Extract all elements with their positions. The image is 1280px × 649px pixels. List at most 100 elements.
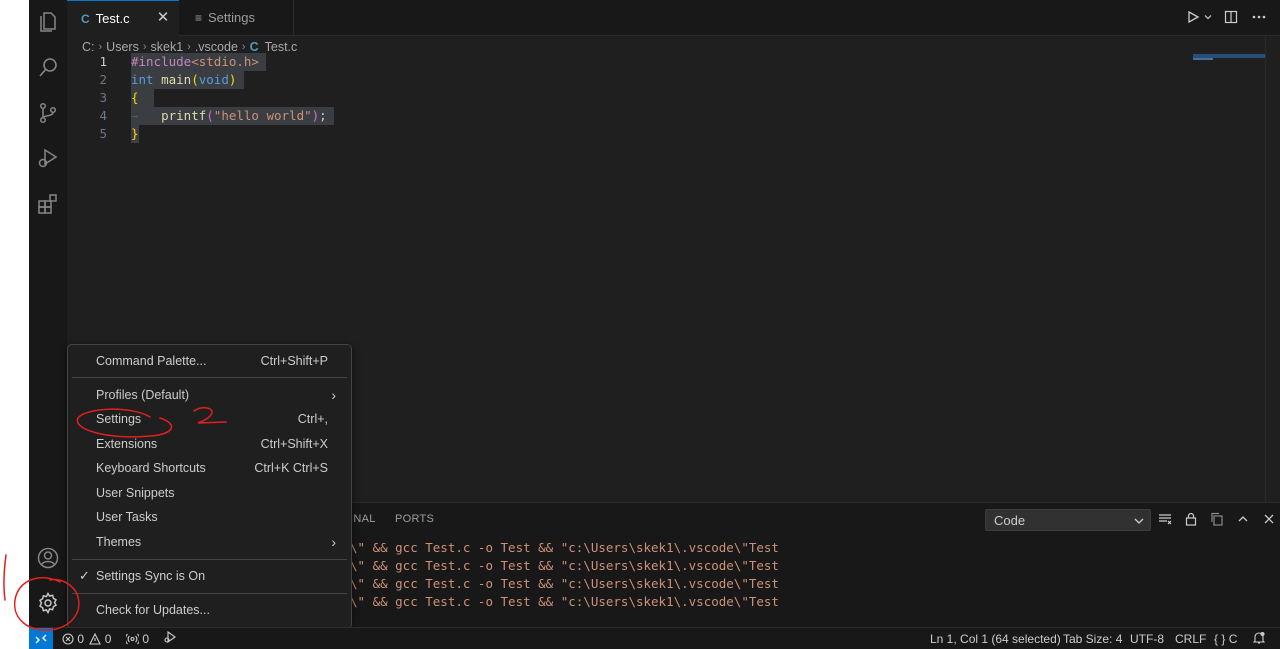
line-number: 2	[99, 72, 107, 87]
tab-terminal[interactable]: INAL	[350, 513, 376, 525]
maximize-panel-icon[interactable]	[1235, 511, 1251, 527]
code-token: <stdio.h>	[191, 54, 259, 69]
editor-actions	[1184, 8, 1268, 26]
line-number: 4	[99, 108, 107, 123]
settings-file-icon: ≡	[195, 10, 203, 25]
split-editor-icon[interactable]	[1222, 8, 1240, 26]
menu-item-command-palette[interactable]: Command Palette... Ctrl+Shift+P	[96, 349, 328, 373]
breadcrumb-users[interactable]: Users	[106, 40, 139, 54]
output-channel-select[interactable]: Code	[985, 509, 1151, 531]
warning-icon	[89, 632, 102, 645]
menu-item-shortcut: Ctrl+Shift+P	[260, 354, 328, 368]
cursor-position[interactable]: Ln 1, Col 1 (64 selected)	[930, 631, 1061, 647]
chevron-right-icon: ›	[142, 41, 147, 53]
code-token: printf	[161, 108, 207, 123]
status-bar: 0 0 0 Ln 1, Col 1 (64 selected) Tab Size…	[29, 627, 1280, 649]
ports-indicator[interactable]: 0	[124, 631, 150, 647]
encoding[interactable]: UTF-8	[1130, 631, 1164, 647]
run-debug-icon[interactable]	[34, 144, 62, 172]
extensions-icon[interactable]	[34, 190, 62, 218]
bell-icon[interactable]	[1252, 631, 1266, 647]
chevron-right-icon: ›	[331, 534, 336, 550]
menu-item-label: Settings Sync is On	[96, 569, 206, 583]
tab-label: Settings	[208, 10, 255, 25]
menu-item-label: User Snippets	[96, 486, 175, 500]
chevron-down-icon	[1134, 510, 1144, 532]
menu-item-label: Keyboard Shortcuts	[96, 461, 206, 475]
problems-indicator[interactable]: 0 0	[62, 631, 111, 647]
code-line: 2 int main(void)	[67, 71, 1217, 89]
copy-icon[interactable]	[1209, 511, 1225, 527]
explorer-icon[interactable]	[34, 8, 62, 36]
code-line: 3 {	[67, 89, 1217, 107]
menu-item-check-updates[interactable]: Check for Updates...	[96, 598, 328, 622]
chevron-right-icon: ›	[187, 41, 191, 53]
menu-item-label: Command Palette...	[96, 354, 207, 368]
end-of-line[interactable]: CRLF	[1175, 631, 1206, 647]
menu-item-user-snippets[interactable]: User Snippets	[96, 481, 328, 505]
menu-item-settings[interactable]: Settings Ctrl+,	[96, 407, 328, 431]
more-actions-icon[interactable]	[1250, 8, 1268, 26]
menu-item-user-tasks[interactable]: User Tasks	[96, 505, 328, 529]
terminal-line: \" && gcc Test.c -o Test && "c:\Users\sk…	[350, 594, 779, 609]
chevron-right-icon: ›	[98, 41, 103, 53]
select-value: Code	[994, 513, 1026, 528]
breadcrumb-skek1[interactable]: skek1	[151, 40, 184, 54]
menu-item-profiles[interactable]: Profiles (Default) ›	[96, 383, 336, 407]
breadcrumb-file[interactable]: Test.c	[265, 40, 298, 54]
error-count: 0	[77, 632, 85, 646]
remote-icon[interactable]	[29, 628, 53, 649]
lock-icon[interactable]	[1183, 511, 1199, 527]
terminal-line: \" && gcc Test.c -o Test && "c:\Users\sk…	[350, 540, 779, 555]
tab-label: Test.c	[95, 11, 130, 26]
search-icon[interactable]	[34, 54, 62, 82]
minimap-line	[1193, 58, 1213, 60]
menu-separator	[72, 593, 347, 594]
ports-count: 0	[142, 632, 150, 646]
menu-item-extensions[interactable]: Extensions Ctrl+Shift+X	[96, 432, 328, 456]
code-token: void	[198, 72, 229, 87]
accounts-icon[interactable]	[34, 544, 62, 572]
code-token: (	[206, 108, 214, 123]
clear-output-icon[interactable]	[1157, 511, 1173, 527]
code-token: ;	[319, 108, 327, 123]
chevron-down-icon[interactable]	[1204, 8, 1212, 26]
c-file-icon: C	[81, 11, 90, 26]
code-line: 4 → printf("hello world");	[67, 107, 1217, 125]
menu-item-themes[interactable]: Themes ›	[96, 530, 336, 554]
code-token: "hello world"	[213, 108, 312, 123]
language-mode[interactable]: { } C	[1214, 631, 1237, 647]
panel-actions	[1157, 511, 1277, 527]
error-icon	[62, 633, 74, 645]
menu-item-settings-sync[interactable]: ✓ Settings Sync is On	[79, 564, 328, 588]
editor-scrollbar[interactable]	[1265, 35, 1280, 501]
menu-item-label: Settings	[96, 412, 142, 426]
debug-launch-icon[interactable]	[164, 630, 176, 647]
code-editor[interactable]: 1 #include<stdio.h> 2 int main(void) 3 {…	[67, 53, 1217, 143]
run-icon[interactable]	[1184, 8, 1202, 26]
source-control-icon[interactable]	[34, 99, 62, 127]
tab-bar: C Test.c ✕ ≡ Settings	[67, 0, 1280, 36]
close-panel-icon[interactable]	[1261, 511, 1277, 527]
menu-item-label: Extensions	[96, 437, 158, 451]
menu-separator	[72, 559, 347, 560]
tab-settings[interactable]: ≡ Settings	[179, 0, 294, 35]
chevron-right-icon: ›	[331, 387, 336, 403]
menu-item-keyboard-shortcuts[interactable]: Keyboard Shortcuts Ctrl+K Ctrl+S	[96, 456, 328, 480]
tab-size[interactable]: Tab Size: 4	[1063, 631, 1122, 647]
line-number: 5	[99, 126, 107, 141]
menu-item-shortcut: Ctrl+K Ctrl+S	[254, 461, 328, 475]
menu-item-label: Profiles (Default)	[96, 388, 190, 402]
tab-test-c[interactable]: C Test.c ✕	[67, 0, 179, 36]
menu-item-label: Check for Updates...	[96, 603, 210, 617]
code-line: 5 }	[67, 125, 1217, 143]
breadcrumb-drive[interactable]: C:	[82, 40, 95, 54]
breadcrumb-vscode[interactable]: .vscode	[195, 40, 238, 54]
close-icon[interactable]: ✕	[155, 10, 171, 26]
activity-bar	[29, 0, 67, 627]
manage-gear-icon[interactable]	[34, 589, 62, 617]
tab-ports[interactable]: PORTS	[395, 513, 434, 525]
broadcast-icon	[124, 633, 141, 645]
c-file-icon: C	[249, 40, 259, 54]
braces-icon: { }	[1214, 632, 1226, 646]
